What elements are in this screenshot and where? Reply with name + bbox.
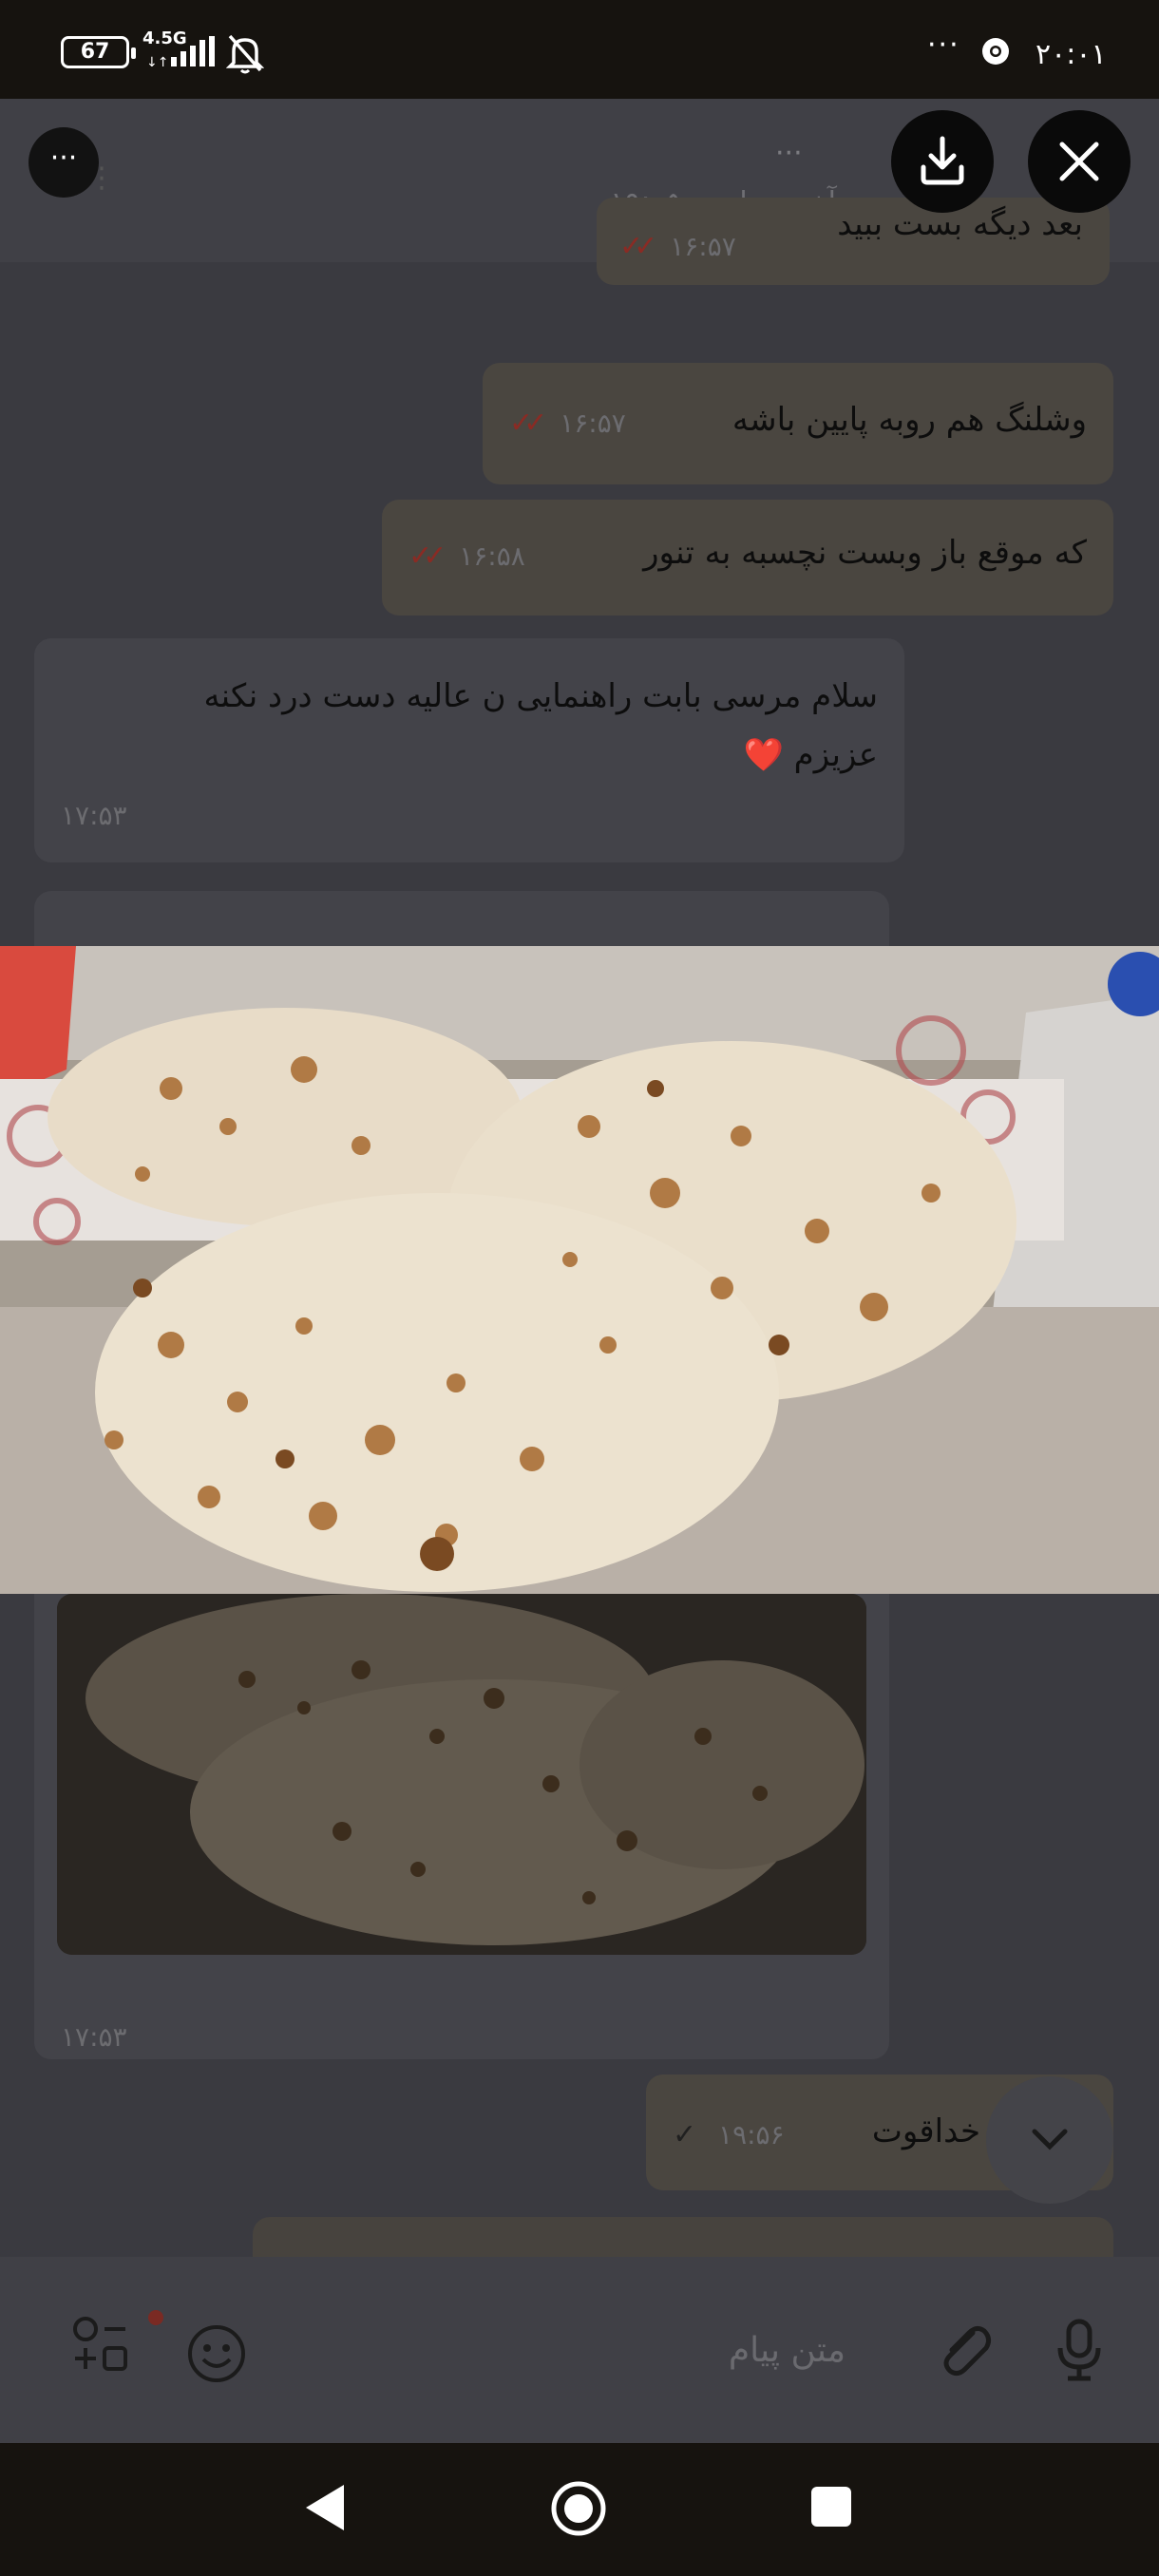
message-time: ۱۶:۵۷	[670, 231, 736, 262]
photo-thumbnail[interactable]	[57, 1594, 866, 1955]
message-time: ۱۷:۵۳	[61, 2021, 127, 2053]
download-icon	[921, 136, 964, 185]
paperclip-icon[interactable]	[933, 2318, 998, 2382]
message-text: وشلنگ هم روبه پایین باشه	[732, 401, 1087, 439]
sent-tick-icon: ✓	[673, 2118, 697, 2151]
message-meta: ✓✓ ۱۶:۵۷	[509, 407, 626, 440]
bread-photo-icon	[0, 946, 1159, 1594]
home-icon[interactable]	[549, 2479, 608, 2538]
battery-indicator: 67	[61, 36, 136, 68]
message-bubble-outgoing[interactable]: بعد دیگه بست ببید ✓✓ ۱۶:۵۷	[597, 198, 1110, 285]
message-time: ۱۶:۵۷	[560, 407, 626, 439]
download-button[interactable]	[891, 110, 994, 213]
message-text: بعد دیگه بست ببید	[837, 205, 1083, 243]
message-time: ۱۹:۵۶	[718, 2119, 785, 2150]
viewer-more-button[interactable]: ···	[28, 127, 99, 198]
scroll-to-bottom-button[interactable]	[986, 2076, 1113, 2204]
header-menu[interactable]: ···	[775, 137, 803, 170]
navigation-bar	[0, 2443, 1159, 2576]
message-meta: ✓ ۱۹:۵۶	[673, 2118, 785, 2151]
message-bubble-outgoing[interactable]: که موقع باز وبست نچسبه به تنور ✓✓ ۱۶:۵۸	[382, 500, 1113, 616]
notification-overflow: ···	[927, 28, 960, 62]
message-text: که موقع باز وبست نچسبه به تنور	[643, 534, 1087, 572]
message-input[interactable]	[314, 2257, 846, 2443]
message-text-line: سلام مرسی بابت راهنمایی ن عالیه دست درد …	[203, 677, 878, 715]
message-time: ۱۷:۵۳	[61, 800, 127, 831]
chrome-icon	[982, 38, 1009, 65]
chevron-down-icon	[1032, 2129, 1068, 2150]
message-meta: ✓✓ ۱۶:۵۸	[408, 540, 525, 573]
message-text: خداقوت	[871, 2112, 980, 2150]
emoji-icon[interactable]	[184, 2321, 249, 2386]
fullscreen-photo[interactable]	[0, 946, 1159, 1594]
message-composer	[0, 2257, 1159, 2443]
read-ticks-icon: ✓✓	[509, 407, 547, 440]
message-meta: ✓✓ ۱۶:۵۷	[619, 230, 736, 263]
signal-icon: ↓↑	[146, 36, 215, 68]
svg-text:↓↑: ↓↑	[146, 55, 168, 68]
status-bar: 67 4.5G ↓↑ ··· ۲۰:۰۱	[0, 0, 1159, 99]
message-text: سلام مرسی بابت راهنمایی ن عالیه دست درد …	[203, 667, 878, 785]
bell-muted-icon	[226, 34, 264, 74]
close-icon	[1059, 142, 1099, 181]
read-ticks-icon: ✓✓	[408, 540, 446, 573]
attachments-apps-icon[interactable]	[70, 2314, 131, 2375]
microphone-icon[interactable]	[1054, 2318, 1104, 2382]
message-text-line: عزیزم ❤️	[743, 736, 878, 774]
recents-icon[interactable]	[811, 2487, 851, 2527]
back-icon[interactable]	[302, 2481, 348, 2534]
close-viewer-button[interactable]	[1028, 110, 1130, 213]
status-clock: ۲۰:۰۱	[1036, 38, 1107, 71]
message-bubble-incoming[interactable]: سلام مرسی بابت راهنمایی ن عالیه دست درد …	[34, 638, 904, 862]
bread-thumbnail-icon	[57, 1594, 866, 1955]
message-bubble-outgoing[interactable]: وشلنگ هم روبه پایین باشه ✓✓ ۱۶:۵۷	[483, 363, 1113, 484]
notification-dot	[148, 2310, 163, 2325]
message-time: ۱۶:۵۸	[459, 540, 525, 572]
read-ticks-icon: ✓✓	[619, 230, 657, 263]
